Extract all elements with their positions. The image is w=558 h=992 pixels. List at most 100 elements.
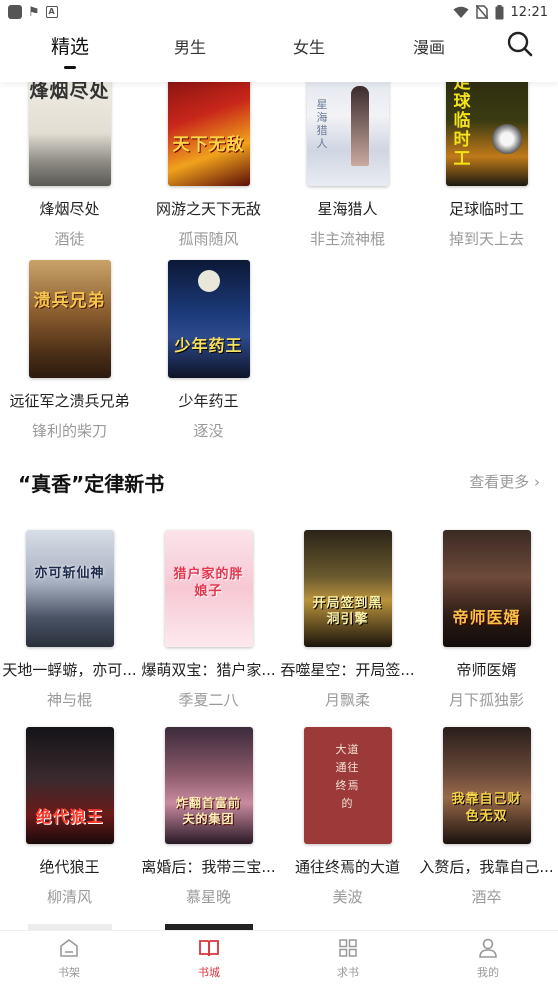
status-right: 12:21 bbox=[453, 4, 548, 20]
status-time: 12:21 bbox=[510, 4, 548, 20]
category-tab-bar: 精选 男生 女生 漫画 bbox=[0, 24, 558, 82]
book-cover: 足球临时工 bbox=[445, 82, 528, 186]
book-card[interactable]: 天下无敌 网游之天下无敌 孤雨随风 bbox=[139, 82, 278, 249]
grid-icon bbox=[339, 939, 357, 957]
book-card[interactable]: 绝代狼王 绝代狼王 柳清风 bbox=[0, 727, 139, 907]
cover-title: 大道 通往终焉的 bbox=[335, 743, 360, 810]
tab-label: 女生 bbox=[292, 38, 325, 57]
tab-comics[interactable]: 漫画 bbox=[399, 34, 459, 74]
battery-icon bbox=[495, 4, 504, 19]
book-card[interactable]: 大道 通往终焉的 通往终焉的大道 美波 bbox=[278, 727, 417, 907]
book-title: 足球临时工 bbox=[448, 200, 524, 218]
active-tab-indicator bbox=[64, 66, 76, 69]
book-title: 离婚后：我带三宝... bbox=[141, 858, 276, 876]
book-card[interactable]: 我靠自己财色无双 入赘后，我靠自己... 酒卒 bbox=[417, 727, 556, 907]
cover-title: 帝师医婿 bbox=[452, 608, 521, 627]
book-title: 爆萌双宝：猎户家... bbox=[141, 661, 276, 679]
book-author: 月下孤独影 bbox=[448, 691, 524, 709]
book-author: 柳清风 bbox=[46, 888, 92, 906]
book-cover: 溃兵兄弟 bbox=[28, 260, 111, 378]
book-cover: 绝代狼王 bbox=[25, 727, 114, 844]
book-cover: 开局签到黑洞引擎 bbox=[303, 530, 392, 647]
tab-featured[interactable]: 精选 bbox=[40, 32, 100, 72]
nav-label: 求书 bbox=[337, 966, 359, 979]
nav-request-book[interactable]: 求书 bbox=[308, 937, 388, 980]
cover-title: 猎户家的胖娘子 bbox=[173, 567, 244, 599]
cover-title: 溃兵兄弟 bbox=[33, 291, 106, 311]
section-title: “真香”定律新书 bbox=[18, 472, 165, 496]
moon-illustration bbox=[197, 270, 220, 292]
book-author: 锋利的柴刀 bbox=[31, 422, 107, 440]
book-feed[interactable]: 烽烟尽处 烽烟尽处 酒徒 天下无敌 网游之天下无敌 孤雨随风 星海猎人 星海猎人… bbox=[0, 82, 558, 930]
book-cover: 烽烟尽处 bbox=[28, 82, 111, 186]
book-author: 孤雨随风 bbox=[178, 230, 239, 248]
nav-label: 书城 bbox=[198, 966, 220, 979]
cover-title: 开局签到黑洞引擎 bbox=[312, 596, 383, 627]
notification-app-icon bbox=[8, 5, 22, 19]
book-author: 月飘柔 bbox=[324, 691, 370, 709]
book-author: 掉到天上去 bbox=[448, 230, 524, 248]
book-cover: 我靠自己财色无双 bbox=[442, 727, 531, 844]
cover-title: 星海猎人 bbox=[316, 98, 329, 150]
book-cover: 天下无敌 bbox=[167, 82, 250, 186]
book-cover: 少年药王 bbox=[167, 260, 250, 378]
cover-title: 少年药王 bbox=[174, 336, 243, 355]
book-author: 美波 bbox=[332, 888, 363, 906]
book-card[interactable]: 烽烟尽处 烽烟尽处 酒徒 bbox=[0, 82, 139, 249]
user-icon bbox=[479, 938, 497, 958]
nav-label: 书架 bbox=[58, 966, 80, 979]
book-author: 非主流神棍 bbox=[309, 230, 385, 248]
book-card[interactable]: 炸翻首富前夫的集团 离婚后：我带三宝... 慕星晚 bbox=[139, 727, 278, 907]
nav-bookshelf[interactable]: 书架 bbox=[29, 937, 109, 980]
book-cover: 帝师医婿 bbox=[442, 530, 531, 647]
book-card[interactable]: 帝师医婿 帝师医婿 月下孤独影 bbox=[417, 530, 556, 710]
status-bar: ⚑ A 12:21 bbox=[0, 0, 558, 24]
book-card[interactable]: 开局签到黑洞引擎 吞噬星空：开局签... 月飘柔 bbox=[278, 530, 417, 710]
book-author: 酒徒 bbox=[54, 230, 85, 248]
book-cover: 炸翻首富前夫的集团 bbox=[164, 727, 253, 844]
book-title: 入赘后，我靠自己... bbox=[419, 858, 554, 876]
book-card[interactable]: 少年药王 少年药王 逐没 bbox=[139, 260, 278, 441]
book-card[interactable]: 猎户家的胖娘子 爆萌双宝：猎户家... 季夏二八 bbox=[139, 530, 278, 710]
tab-label: 漫画 bbox=[412, 38, 445, 57]
tab-male[interactable]: 男生 bbox=[160, 34, 220, 74]
nav-label: 我的 bbox=[477, 966, 499, 979]
book-card[interactable]: 足球临时工 足球临时工 掉到天上去 bbox=[417, 82, 556, 249]
book-title: 远征军之溃兵兄弟 bbox=[9, 392, 130, 410]
soccer-ball-illustration bbox=[491, 124, 522, 154]
wifi-icon bbox=[453, 6, 469, 18]
book-cover: 猎户家的胖娘子 bbox=[164, 530, 253, 647]
book-title: 星海猎人 bbox=[317, 200, 378, 218]
book-cover: 星海猎人 bbox=[306, 82, 389, 186]
cover-title: 炸翻首富前夫的集团 bbox=[175, 796, 241, 826]
book-card[interactable]: 星海猎人 星海猎人 非主流神棍 bbox=[278, 82, 417, 249]
book-title: 帝师医婿 bbox=[456, 661, 517, 679]
book-author: 酒卒 bbox=[471, 888, 502, 906]
book-author: 季夏二八 bbox=[178, 691, 239, 709]
book-title: 烽烟尽处 bbox=[39, 200, 100, 218]
cover-title: 绝代狼王 bbox=[35, 807, 104, 826]
book-card[interactable]: 亦可斩仙神 天地一蜉蝣，亦可... 神与棍 bbox=[0, 530, 139, 710]
book-card[interactable]: 溃兵兄弟 远征军之溃兵兄弟 锋利的柴刀 bbox=[0, 260, 139, 441]
cover-title: 我靠自己财色无双 bbox=[451, 792, 522, 824]
book-author: 神与棍 bbox=[46, 691, 92, 709]
book-author: 慕星晚 bbox=[185, 888, 231, 906]
book-cover: 大道 通往终焉的 bbox=[303, 727, 392, 844]
book-title: 吞噬星空：开局签... bbox=[280, 661, 415, 679]
cover-title: 亦可斩仙神 bbox=[34, 566, 105, 581]
cover-title: 足球临时工 bbox=[453, 82, 472, 169]
book-title: 通往终焉的大道 bbox=[294, 858, 400, 876]
bookshelf-icon bbox=[60, 939, 78, 957]
nav-profile[interactable]: 我的 bbox=[448, 937, 528, 980]
no-sim-icon bbox=[475, 5, 488, 19]
bug-icon: ⚑ bbox=[28, 4, 40, 20]
cover-title: 烽烟尽处 bbox=[29, 82, 110, 102]
see-more-link[interactable]: 查看更多 › bbox=[469, 471, 540, 492]
search-button[interactable] bbox=[506, 30, 536, 60]
a-notification-icon: A bbox=[45, 6, 58, 18]
bottom-nav: 书架 书城 求书 我的 bbox=[0, 930, 558, 992]
book-title: 天地一蜉蝣，亦可... bbox=[2, 661, 137, 679]
nav-bookstore[interactable]: 书城 bbox=[169, 937, 249, 980]
tab-female[interactable]: 女生 bbox=[279, 34, 339, 74]
book-title: 少年药王 bbox=[178, 392, 239, 410]
